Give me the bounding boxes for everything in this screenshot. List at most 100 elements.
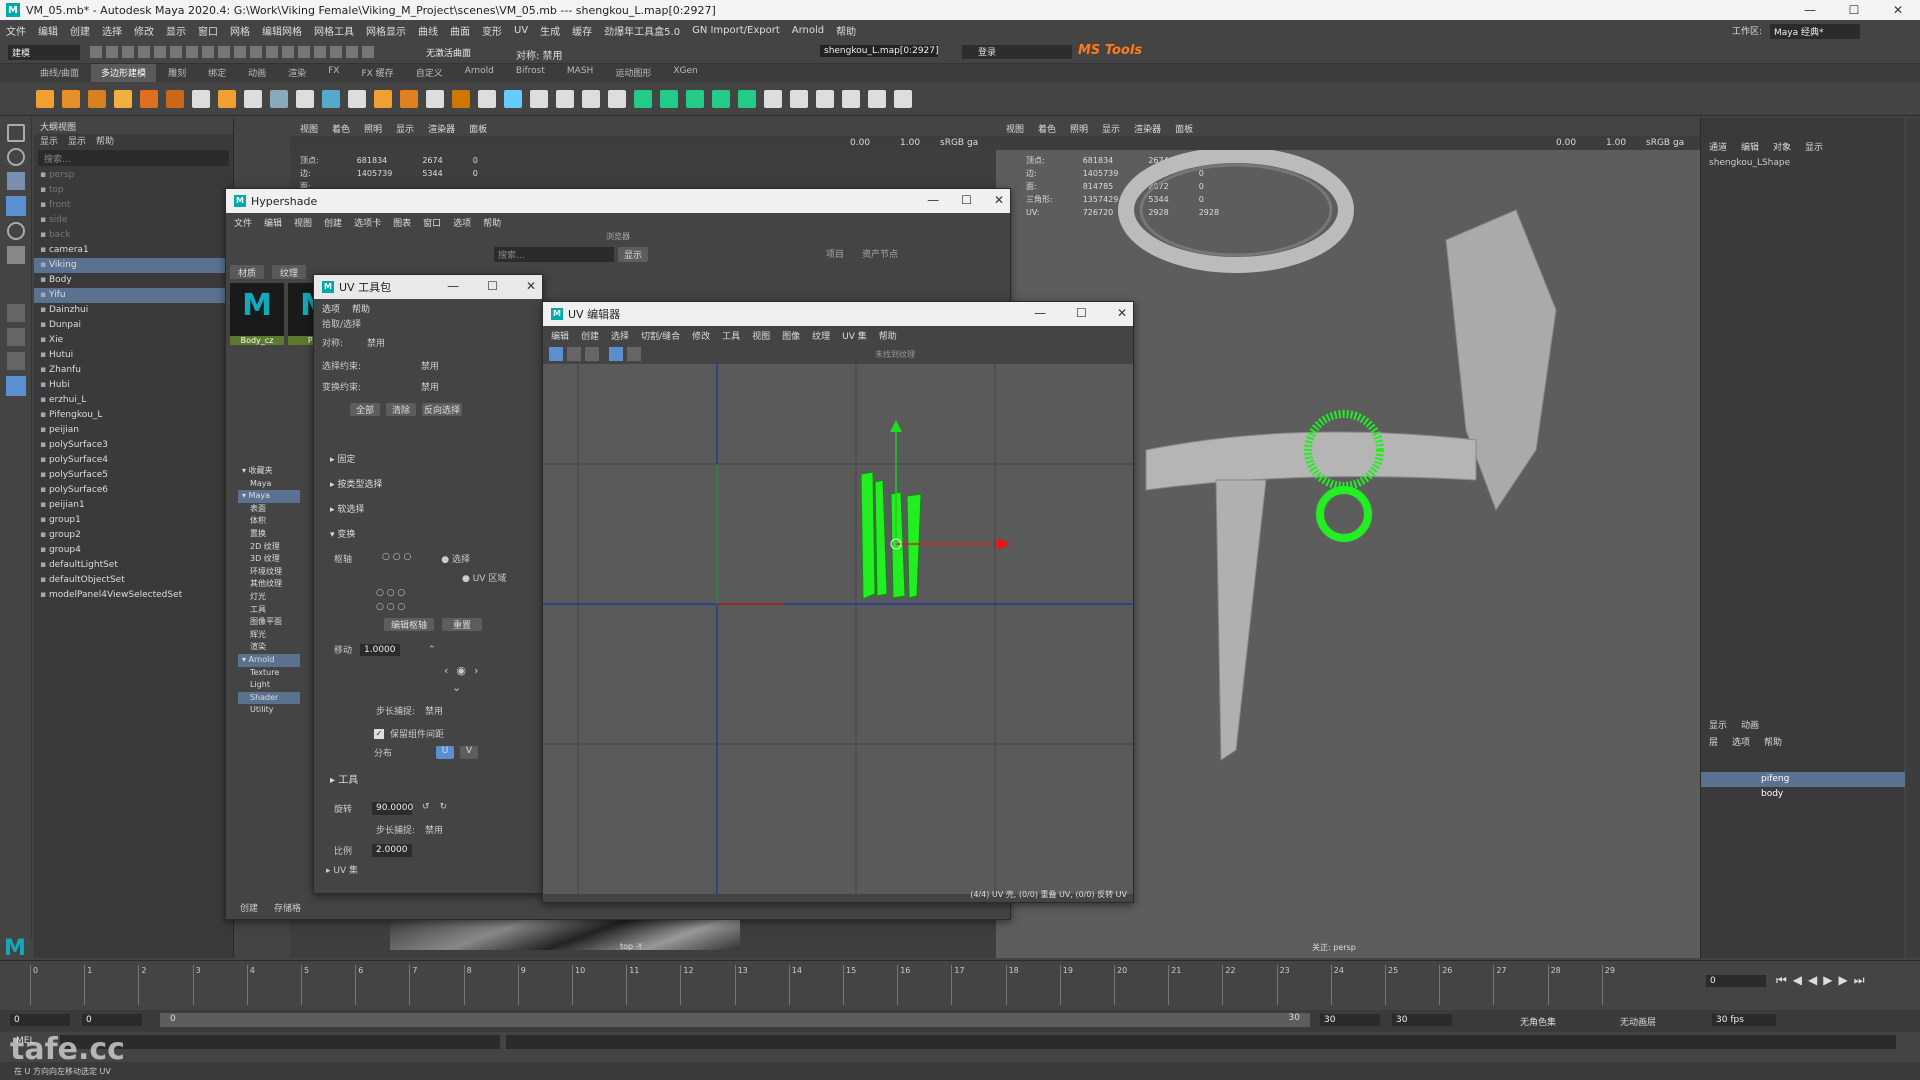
shelf-tool-icon[interactable] bbox=[270, 90, 288, 108]
menu-item[interactable]: 劲爆年工具盒5.0 bbox=[604, 23, 680, 38]
uved-menu-item[interactable]: 工具 bbox=[722, 329, 740, 342]
outliner-item[interactable]: ▪ Zhanfu bbox=[34, 363, 233, 378]
rotate-field[interactable]: 90.0000 bbox=[372, 802, 413, 815]
hs-tree-item[interactable]: Maya bbox=[238, 478, 300, 491]
shelf-tool-icon[interactable] bbox=[62, 90, 80, 108]
hs-tree-item[interactable]: 灯光 bbox=[238, 591, 300, 604]
hs-tree-item[interactable]: 图像平面 bbox=[238, 616, 300, 629]
hs-tab[interactable]: 材质 bbox=[230, 265, 265, 279]
hs-tree-item[interactable]: 2D 纹理 bbox=[238, 541, 300, 554]
outliner-item[interactable]: ▪ front bbox=[34, 198, 233, 213]
menu-item[interactable]: GN Import/Export bbox=[692, 25, 780, 36]
shelf-tool-icon[interactable] bbox=[114, 90, 132, 108]
uved-menu-item[interactable]: 纹理 bbox=[812, 329, 830, 342]
uved-menu-item[interactable]: UV 集 bbox=[842, 329, 867, 342]
hs-tab[interactable]: 资产节点 bbox=[862, 247, 898, 260]
viewport-menu-item[interactable]: 照明 bbox=[1070, 122, 1088, 135]
hs-search[interactable]: 搜索... bbox=[494, 246, 614, 262]
shelf-tool-icon[interactable] bbox=[608, 90, 626, 108]
status-tool-icon[interactable] bbox=[314, 46, 326, 58]
uvtk-pick-section[interactable]: 拾取/选择 bbox=[314, 317, 542, 330]
shelf-tool-icon[interactable] bbox=[36, 90, 54, 108]
outliner-item[interactable]: ▪ Hutui bbox=[34, 348, 233, 363]
shelf-tool-icon[interactable] bbox=[192, 90, 210, 108]
uved-menu-item[interactable]: 编辑 bbox=[551, 329, 569, 342]
hs-tab[interactable]: 纹理 bbox=[272, 265, 307, 279]
uved-menu-item[interactable]: 修改 bbox=[692, 329, 710, 342]
shelf-tool-icon[interactable] bbox=[712, 90, 730, 108]
hs-bottom-tab[interactable]: 创建 bbox=[240, 901, 258, 919]
shelf-tool-icon[interactable] bbox=[426, 90, 444, 108]
menu-item[interactable]: 窗口 bbox=[198, 23, 218, 38]
command-input[interactable] bbox=[60, 1035, 500, 1049]
clear-button[interactable]: 清除 bbox=[386, 403, 416, 416]
layer-row[interactable]: pifeng bbox=[1701, 772, 1905, 787]
channel-object-name[interactable]: shengkou_LShape bbox=[1701, 154, 1904, 172]
selection-field[interactable]: shengkou_L.map[0:2927] bbox=[820, 45, 939, 57]
hs-menu-item[interactable]: 文件 bbox=[234, 216, 252, 229]
lasso-tool-icon[interactable] bbox=[7, 148, 25, 166]
range-start2-field[interactable]: 0 bbox=[82, 1014, 142, 1026]
outliner-menu-item[interactable]: 显示 bbox=[68, 134, 86, 148]
hs-tree-item[interactable]: ▾ Maya bbox=[238, 490, 300, 503]
invert-button[interactable]: 反向选择 bbox=[422, 403, 462, 416]
uvtk-section[interactable]: ▸ 按类型选择 bbox=[314, 471, 542, 496]
sym-value[interactable]: 禁用 bbox=[367, 336, 385, 349]
shelf-tool-icon[interactable] bbox=[556, 90, 574, 108]
scale-tool-icon[interactable] bbox=[7, 246, 25, 264]
viewport-menu-item[interactable]: 着色 bbox=[1038, 122, 1056, 135]
pivot-opt-uvrange[interactable]: ● UV 区域 bbox=[314, 571, 542, 584]
uvset-section[interactable]: ▸ UV 集 bbox=[314, 857, 542, 882]
status-tool-icon[interactable] bbox=[186, 46, 198, 58]
layer-menu-item[interactable]: 帮助 bbox=[1764, 735, 1782, 748]
outliner-item[interactable]: ▪ polySurface5 bbox=[34, 468, 233, 483]
outliner-menu-item[interactable]: 帮助 bbox=[96, 134, 114, 148]
pivot-opt-selection[interactable]: ● 选择 bbox=[441, 552, 470, 565]
vpl-gamma[interactable]: 1.00 bbox=[900, 138, 920, 148]
layer-row[interactable]: body bbox=[1701, 787, 1905, 802]
rotate-tool-icon[interactable] bbox=[7, 222, 25, 240]
uved-min-button[interactable]: — bbox=[1034, 306, 1046, 320]
shelf-tool-icon[interactable] bbox=[764, 90, 782, 108]
outliner-item[interactable]: ▪ top bbox=[34, 183, 233, 198]
hs-tab[interactable]: 项目 bbox=[826, 247, 844, 260]
status-tool-icon[interactable] bbox=[234, 46, 246, 58]
outliner-item[interactable]: ▪ polySurface6 bbox=[34, 483, 233, 498]
menu-item[interactable]: 显示 bbox=[166, 23, 186, 38]
uvtk-close-button[interactable]: ✕ bbox=[526, 279, 536, 293]
char-set[interactable]: 无角色集 bbox=[1520, 1015, 1556, 1028]
viewport-menu-item[interactable]: 着色 bbox=[332, 122, 350, 135]
range-end2-field[interactable]: 30 bbox=[1392, 1014, 1452, 1026]
minimize-button[interactable]: — bbox=[1788, 0, 1832, 20]
hs-tree-item[interactable]: 环境纹理 bbox=[238, 566, 300, 579]
outliner-item[interactable]: ▪ defaultLightSet bbox=[34, 558, 233, 573]
move-up-icon[interactable]: ⌃ bbox=[428, 645, 436, 655]
shelf-tool-icon[interactable] bbox=[790, 90, 808, 108]
status-tool-icon[interactable] bbox=[298, 46, 310, 58]
menu-item[interactable]: 曲线 bbox=[418, 23, 438, 38]
outliner-item[interactable]: ▪ camera1 bbox=[34, 243, 233, 258]
status-tool-icon[interactable] bbox=[202, 46, 214, 58]
status-tool-icon[interactable] bbox=[154, 46, 166, 58]
shelf-tool-icon[interactable] bbox=[452, 90, 470, 108]
hs-menu-item[interactable]: 创建 bbox=[324, 216, 342, 229]
menu-item[interactable]: 生成 bbox=[540, 23, 560, 38]
move-left-icon[interactable]: ‹ bbox=[444, 664, 448, 677]
status-tool-icon[interactable] bbox=[250, 46, 262, 58]
layout-outliner-icon[interactable] bbox=[6, 376, 26, 396]
outliner-search[interactable]: 搜索... bbox=[38, 150, 229, 166]
hs-menu-item[interactable]: 图表 bbox=[393, 216, 411, 229]
hs-tree-item[interactable]: ▾ Arnold bbox=[238, 653, 300, 667]
uvtk-section[interactable]: ▸ 固定 bbox=[314, 446, 542, 471]
vpl-colorspace[interactable]: sRGB ga bbox=[940, 138, 978, 148]
shelf-tool-icon[interactable] bbox=[842, 90, 860, 108]
uv-canvas[interactable] bbox=[543, 364, 1133, 894]
snap2-value[interactable]: 禁用 bbox=[425, 823, 443, 836]
fps-select[interactable]: 30 fps bbox=[1712, 1014, 1776, 1026]
status-tool-icon[interactable] bbox=[106, 46, 118, 58]
shelf-tool-icon[interactable] bbox=[140, 90, 158, 108]
shelf-tool-icon[interactable] bbox=[816, 90, 834, 108]
hs-show-button[interactable]: 显示 bbox=[618, 246, 649, 262]
status-tool-icon[interactable] bbox=[138, 46, 150, 58]
rotate-cw-icon[interactable]: ↻ bbox=[440, 802, 448, 815]
